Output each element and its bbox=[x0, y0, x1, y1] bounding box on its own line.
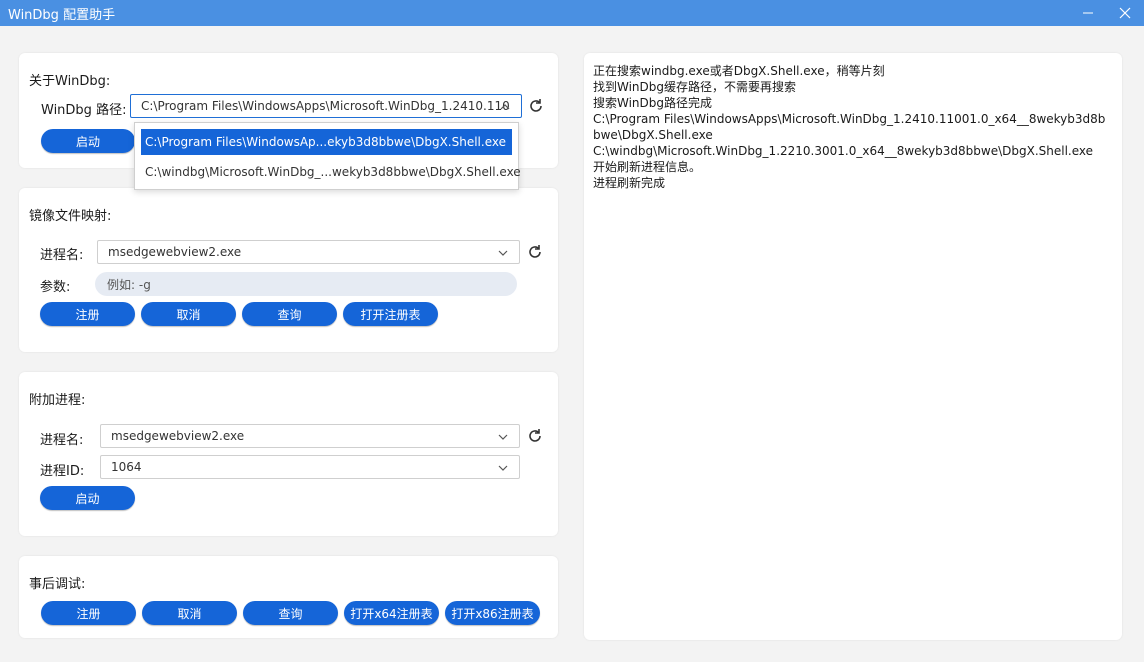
about-heading: 关于WinDbg: bbox=[29, 74, 111, 89]
pid-combo[interactable]: 1064 bbox=[100, 455, 520, 479]
args-placeholder: 例如: -g bbox=[107, 277, 151, 292]
image-mapping-card: 镜像文件映射: 进程名: msedgewebview2.exe 参数: 例如: … bbox=[19, 188, 558, 352]
refresh-icon[interactable] bbox=[526, 243, 544, 261]
args-input[interactable]: 例如: -g bbox=[95, 272, 517, 296]
postmortem-card: 事后调试: 注册 取消 查询 打开x64注册表 打开x86注册表 bbox=[19, 556, 558, 638]
window-title: WinDbg 配置助手 bbox=[8, 8, 116, 23]
attach-heading: 附加进程: bbox=[29, 393, 86, 408]
cancel-button[interactable]: 取消 bbox=[141, 302, 236, 326]
log-line: 进程刷新完成 bbox=[593, 176, 666, 190]
postmortem-heading: 事后调试: bbox=[29, 577, 86, 592]
chevron-up-icon bbox=[500, 104, 510, 110]
open-x86-registry-button[interactable]: 打开x86注册表 bbox=[445, 601, 540, 625]
dropdown-option[interactable]: C:\windbg\Microsoft.WinDbg_...wekyb3d8bb… bbox=[141, 159, 521, 185]
chevron-down-icon bbox=[498, 465, 508, 471]
dropdown-option[interactable]: C:\Program Files\WindowsAp...ekyb3d8bbwe… bbox=[141, 129, 512, 155]
log-output: 正在搜索windbg.exe或者DbgX.Shell.exe，稍等片刻 找到Wi… bbox=[593, 63, 1113, 191]
refresh-icon[interactable] bbox=[526, 427, 544, 445]
log-line: 搜索WinDbg路径完成 bbox=[593, 96, 713, 110]
log-line: 开始刷新进程信息。 bbox=[593, 160, 702, 174]
open-x64-registry-button[interactable]: 打开x64注册表 bbox=[344, 601, 439, 625]
log-line: 正在搜索windbg.exe或者DbgX.Shell.exe，稍等片刻 bbox=[593, 64, 885, 78]
query-button[interactable]: 查询 bbox=[242, 302, 337, 326]
windbg-path-label: WinDbg 路径: bbox=[41, 103, 127, 118]
attach-process-value: msedgewebview2.exe bbox=[111, 429, 245, 443]
chevron-down-icon bbox=[498, 250, 508, 256]
attach-process-card: 附加进程: 进程名: msedgewebview2.exe 进程ID: 1064… bbox=[19, 372, 558, 536]
attach-process-combo[interactable]: msedgewebview2.exe bbox=[100, 424, 520, 448]
process-name-label: 进程名: bbox=[40, 248, 84, 263]
windbg-path-value: C:\Program Files\WindowsApps\Microsoft.W… bbox=[141, 99, 510, 113]
log-line: 找到WinDbg缓存路径，不需要再搜索 bbox=[593, 80, 797, 94]
windbg-path-dropdown: C:\Program Files\WindowsAp...ekyb3d8bbwe… bbox=[134, 122, 521, 190]
process-name-value: msedgewebview2.exe bbox=[108, 245, 242, 259]
open-registry-button[interactable]: 打开注册表 bbox=[343, 302, 438, 326]
close-icon[interactable] bbox=[1110, 0, 1140, 26]
log-line: C:\Program Files\WindowsApps\Microsoft.W… bbox=[593, 112, 1106, 142]
args-label: 参数: bbox=[40, 280, 71, 295]
launch-windbg-button[interactable]: 启动 bbox=[41, 129, 135, 153]
refresh-icon[interactable] bbox=[527, 97, 545, 115]
attach-process-label: 进程名: bbox=[40, 433, 84, 448]
postmortem-register-button[interactable]: 注册 bbox=[41, 601, 136, 625]
windbg-path-combo[interactable]: C:\Program Files\WindowsApps\Microsoft.W… bbox=[130, 94, 522, 118]
title-bar: WinDbg 配置助手 bbox=[0, 0, 1144, 26]
process-name-combo[interactable]: msedgewebview2.exe bbox=[97, 240, 520, 264]
attach-launch-button[interactable]: 启动 bbox=[40, 486, 135, 510]
postmortem-query-button[interactable]: 查询 bbox=[243, 601, 338, 625]
pid-value: 1064 bbox=[111, 460, 142, 474]
minimize-icon[interactable] bbox=[1073, 0, 1103, 26]
pid-label: 进程ID: bbox=[40, 464, 85, 479]
log-line: C:\windbg\Microsoft.WinDbg_1.2210.3001.0… bbox=[593, 144, 1094, 158]
register-button[interactable]: 注册 bbox=[40, 302, 135, 326]
chevron-down-icon bbox=[498, 434, 508, 440]
postmortem-cancel-button[interactable]: 取消 bbox=[142, 601, 237, 625]
image-mapping-heading: 镜像文件映射: bbox=[29, 209, 112, 224]
